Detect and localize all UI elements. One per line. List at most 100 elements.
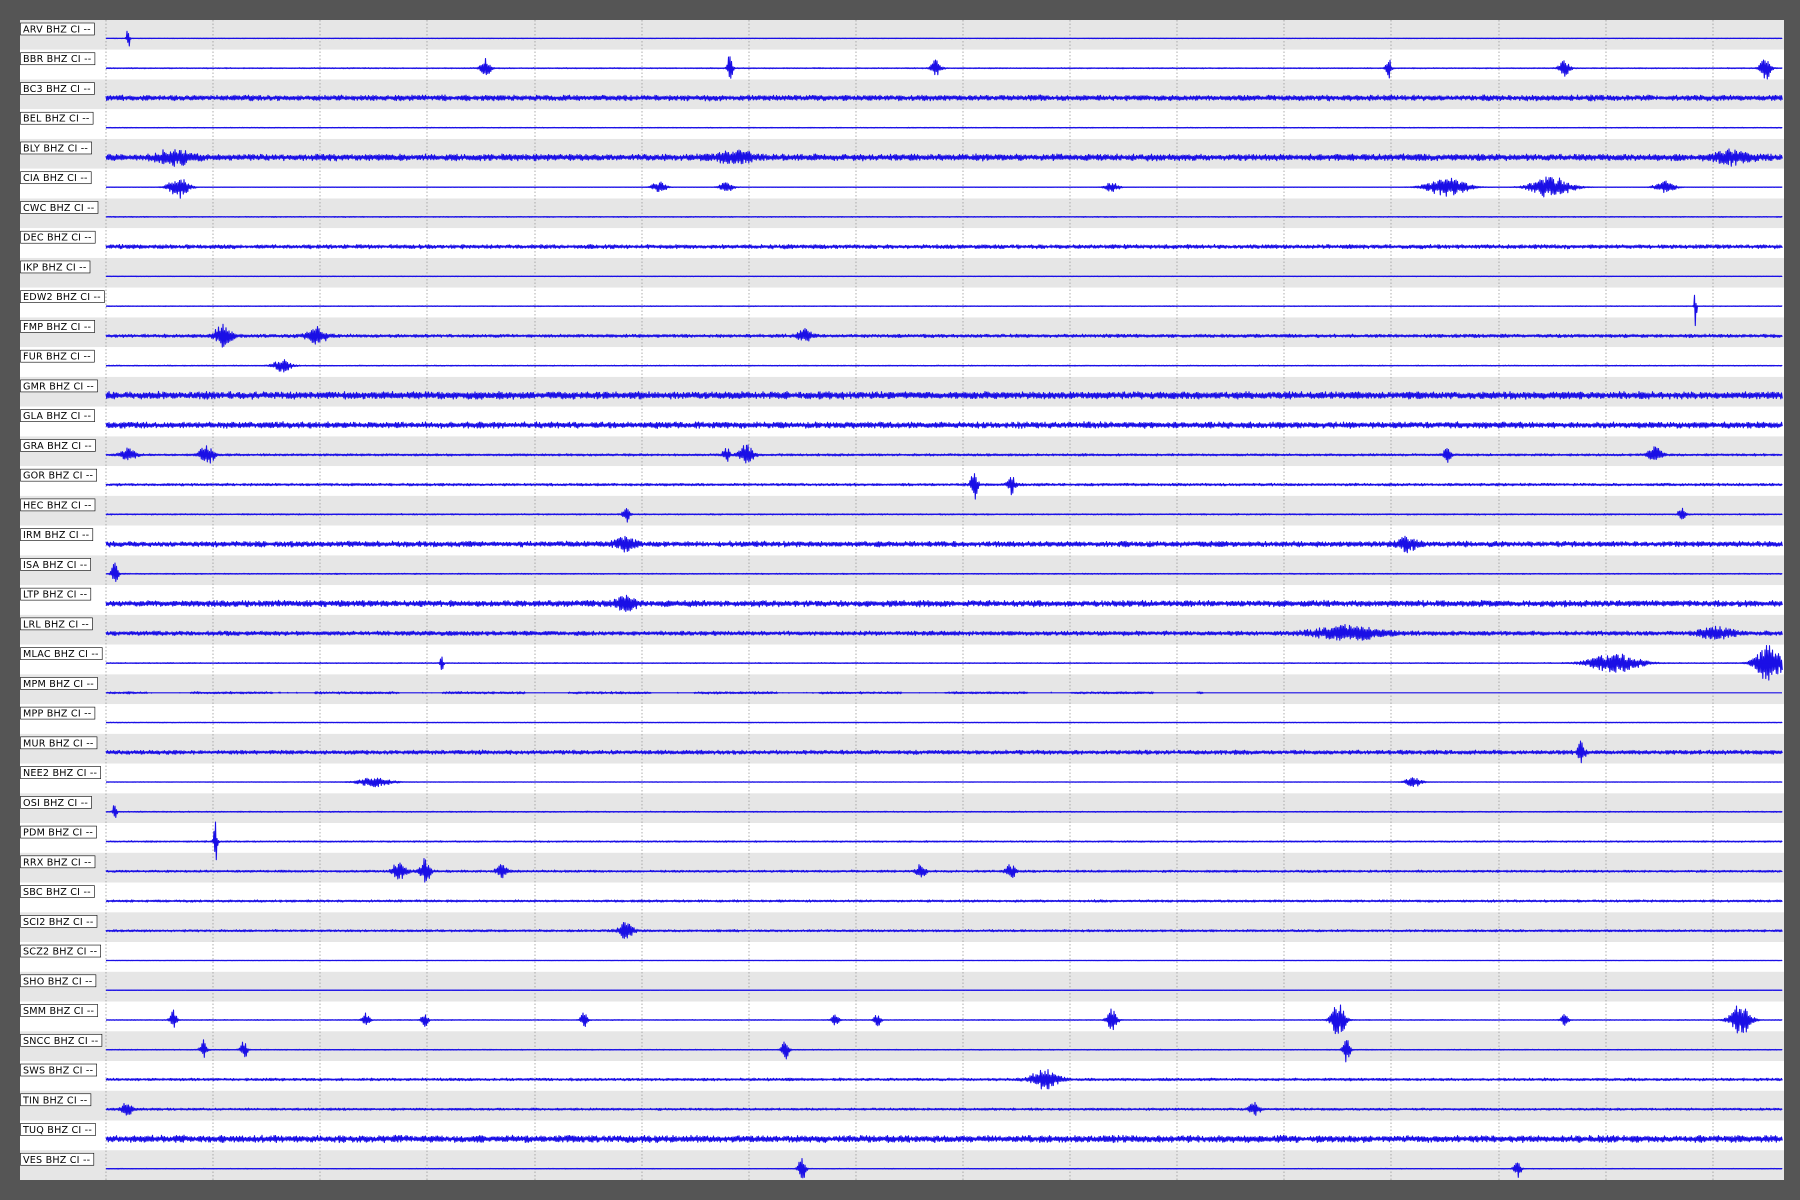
- station-label-text: SCI2 BHZ CI --: [23, 917, 94, 928]
- trace-band: [20, 585, 1784, 615]
- station-label-text: IKP BHZ CI --: [23, 262, 86, 273]
- station-label: CIA BHZ CI --: [20, 171, 92, 184]
- station-label-text: DEC BHZ CI --: [23, 233, 92, 244]
- station-label-text: PDM BHZ CI --: [23, 828, 93, 839]
- station-label-text: GLA BHZ CI --: [23, 411, 91, 422]
- station-label: OSI BHZ CI --: [20, 796, 92, 809]
- trace-band: [20, 495, 1784, 526]
- trace-band: [20, 971, 1784, 1002]
- station-label-text: TIN BHZ CI --: [22, 1095, 87, 1106]
- station-label-text: SMM BHZ CI --: [23, 1006, 94, 1017]
- station-label: VES BHZ CI --: [20, 1152, 95, 1166]
- station-label-text: GRA BHZ CI --: [23, 441, 92, 452]
- station-label: DEC BHZ CI --: [20, 230, 96, 244]
- station-label-text: CIA BHZ CI --: [23, 173, 88, 184]
- station-label: PDM BHZ CI --: [20, 825, 97, 839]
- trace-band: [20, 1120, 1784, 1151]
- station-label: TIN BHZ CI --: [20, 1093, 92, 1106]
- station-label: SNCC BHZ CI --: [20, 1033, 103, 1047]
- station-label-text: MLAC BHZ CI --: [23, 649, 99, 660]
- trace-band: [20, 466, 1784, 496]
- station-label: BEL BHZ CI --: [20, 111, 94, 125]
- station-label-text: BEL BHZ CI --: [23, 114, 90, 125]
- trace-band: [20, 20, 1784, 50]
- station-label: BBR BHZ CI --: [20, 52, 96, 65]
- station-label: SHO BHZ CI --: [20, 974, 97, 987]
- trace-band: [20, 1061, 1784, 1091]
- station-label-text: ISA BHZ CI --: [23, 560, 87, 571]
- seismogram-plot: ARV BHZ CI -- BBR BHZ CI -- BC3 BHZ CI -- B…: [20, 20, 1784, 1180]
- station-label: GOR BHZ CI --: [20, 468, 97, 482]
- trace-band: [20, 317, 1784, 348]
- trace-band: [20, 525, 1784, 556]
- station-label-text: SBC BHZ CI --: [23, 887, 91, 898]
- trace-band: [20, 257, 1784, 288]
- trace-band: [20, 733, 1784, 764]
- station-label: IRM BHZ CI --: [20, 528, 94, 541]
- trace-band: [20, 614, 1784, 645]
- station-label: SCZ2 BHZ CI --: [20, 944, 101, 958]
- station-label: NEE2 BHZ CI --: [20, 766, 101, 779]
- station-label: GMR BHZ CI --: [20, 379, 98, 392]
- station-label-text: OSI BHZ CI --: [23, 798, 88, 809]
- trace-band: [20, 49, 1784, 80]
- station-label: LTP BHZ CI --: [20, 587, 92, 601]
- station-label-text: BLY BHZ CI --: [23, 143, 88, 154]
- station-label: SBC BHZ CI --: [20, 885, 95, 898]
- station-label-text: FUR BHZ CI --: [23, 352, 91, 363]
- station-label: MPM BHZ CI --: [20, 677, 98, 690]
- trace-band: [20, 79, 1784, 110]
- trace-band: [20, 555, 1784, 586]
- trace-band: [20, 436, 1784, 467]
- station-label: TUQ BHZ CI --: [20, 1123, 96, 1136]
- station-label: BC3 BHZ CI --: [20, 82, 95, 95]
- station-label: IKP BHZ CI --: [20, 260, 91, 273]
- trace-band: [20, 138, 1784, 169]
- station-label-text: SCZ2 BHZ CI --: [23, 947, 97, 958]
- trace-band: [20, 109, 1784, 139]
- station-label-text: EDW2 BHZ CI --: [23, 292, 101, 303]
- trace-band: [20, 198, 1784, 229]
- station-label: MPP BHZ CI --: [20, 706, 96, 720]
- trace-band: [20, 912, 1784, 943]
- trace-band: [20, 287, 1784, 318]
- station-label-text: MUR BHZ CI --: [23, 738, 94, 749]
- station-label-text: HEC BHZ CI --: [23, 500, 92, 511]
- station-label-text: IRM BHZ CI --: [23, 530, 89, 541]
- station-label-text: GMR BHZ CI --: [23, 381, 94, 392]
- station-label: RRX BHZ CI --: [20, 855, 96, 868]
- trace-band: [20, 882, 1784, 913]
- station-label: GRA BHZ CI --: [20, 439, 96, 452]
- trace-band: [20, 704, 1784, 734]
- trace-band: [20, 1031, 1784, 1062]
- station-label-text: NEE2 BHZ CI --: [23, 768, 97, 779]
- station-label: FUR BHZ CI --: [20, 349, 95, 363]
- station-label-text: MPP BHZ CI --: [23, 709, 91, 720]
- station-label-text: LRL BHZ CI --: [23, 619, 89, 630]
- station-label-text: MPM BHZ CI --: [23, 679, 94, 690]
- trace-band: [20, 406, 1784, 437]
- station-label: MUR BHZ CI --: [20, 736, 98, 749]
- trace-band: [20, 763, 1784, 794]
- station-label-text: ARV BHZ CI --: [23, 25, 91, 36]
- trace-band: [20, 942, 1784, 972]
- station-label: GLA BHZ CI --: [20, 409, 95, 422]
- station-label-text: TUQ BHZ CI --: [22, 1125, 92, 1136]
- station-label: HEC BHZ CI --: [20, 498, 96, 511]
- station-label-text: GOR BHZ CI --: [23, 471, 93, 482]
- station-label: SCI2 BHZ CI --: [20, 915, 98, 928]
- station-label: EDW2 BHZ CI --: [20, 290, 105, 303]
- trace-band: [20, 674, 1784, 705]
- station-label: MLAC BHZ CI --: [20, 647, 103, 660]
- station-label: BLY BHZ CI --: [20, 141, 92, 154]
- station-label-text: BBR BHZ CI --: [23, 54, 91, 65]
- station-label-text: BC3 BHZ CI --: [23, 84, 91, 95]
- station-label: ISA BHZ CI --: [20, 558, 91, 571]
- station-label-text: CWC BHZ CI --: [23, 203, 94, 214]
- station-label: SWS BHZ CI --: [20, 1063, 97, 1077]
- trace-band: [20, 168, 1784, 199]
- station-label-text: SHO BHZ CI --: [23, 976, 92, 987]
- station-label: ARV BHZ CI --: [20, 22, 95, 36]
- station-label: CWC BHZ CI --: [20, 201, 99, 214]
- trace-band: [20, 793, 1784, 824]
